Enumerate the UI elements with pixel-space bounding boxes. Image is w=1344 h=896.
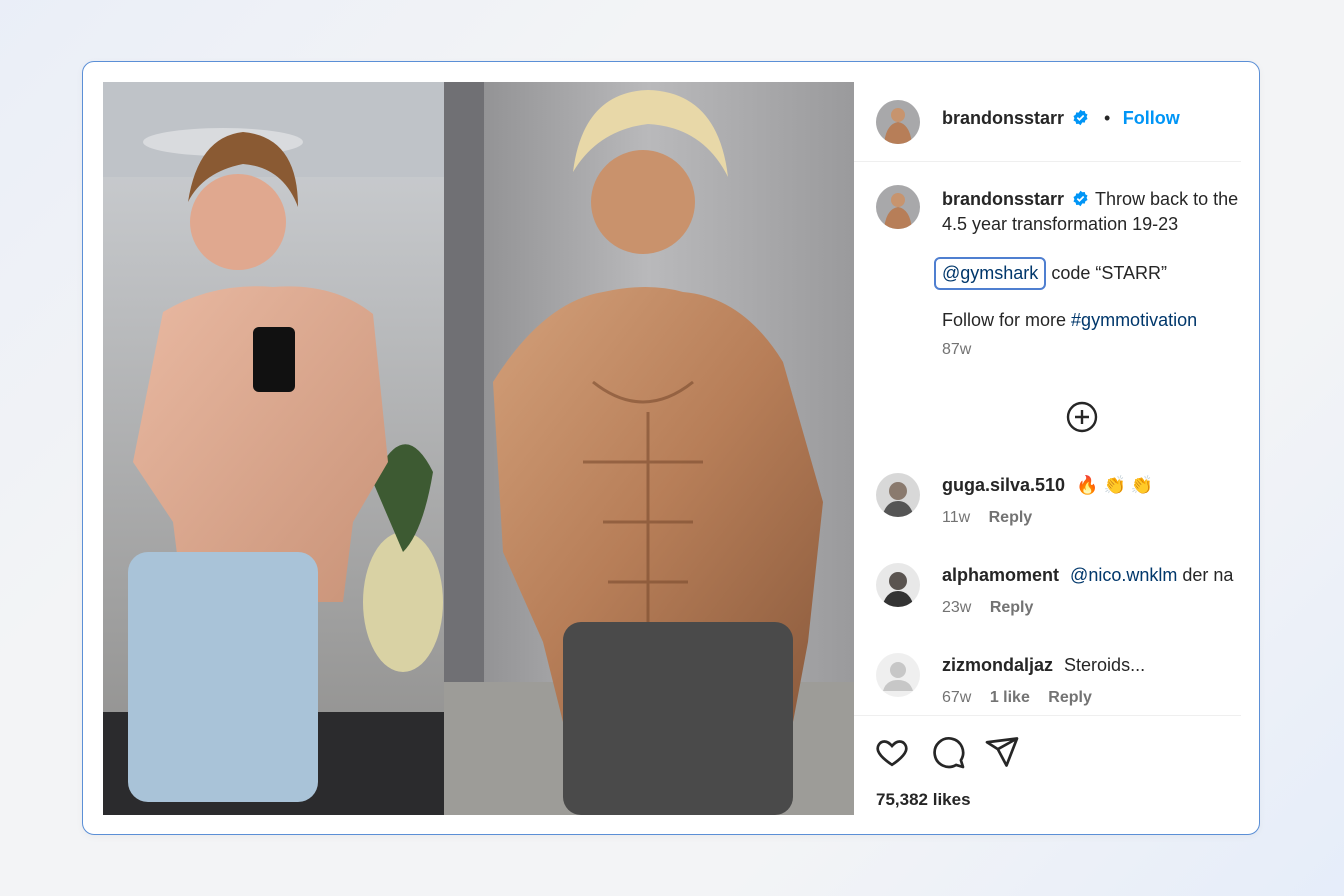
- comment-like-count[interactable]: 1 like: [990, 689, 1030, 706]
- comment-item: alphamoment @nico.wnklm der na 23w Reply: [854, 563, 1241, 643]
- commenter-username[interactable]: guga.silva.510: [942, 475, 1065, 495]
- verified-badge-icon: [1073, 190, 1088, 207]
- reply-button[interactable]: Reply: [1048, 689, 1092, 706]
- reply-button[interactable]: Reply: [990, 599, 1034, 616]
- comment-text: 🔥 👏 👏: [1076, 475, 1154, 495]
- comment-item: guga.silva.510 🔥 👏 👏 11w Reply: [854, 473, 1241, 553]
- comment-text: der na: [1182, 565, 1234, 585]
- separator-dot: •: [1103, 108, 1111, 128]
- comment-age: 23w: [942, 599, 972, 616]
- post-caption: brandonsstarr Throw back to the 4.5 year …: [934, 187, 1241, 362]
- commenter-username[interactable]: alphamoment: [942, 565, 1059, 585]
- commenter-username[interactable]: zizmondaljaz: [942, 655, 1053, 675]
- mention-link[interactable]: @gymshark: [934, 257, 1047, 290]
- like-count[interactable]: 75,382 likes: [876, 790, 971, 810]
- comment-icon[interactable]: [930, 734, 966, 770]
- heart-icon[interactable]: [874, 734, 910, 770]
- post-actions: 75,382 likes: [854, 716, 1241, 815]
- plus-circle-icon[interactable]: [1066, 401, 1098, 433]
- post-card: brandonsstarr • Follow brandonsstarr Thro…: [82, 61, 1260, 835]
- comment-text: Steroids...: [1064, 655, 1146, 675]
- comment-item: zizmondaljaz Steroids... 67w 1 like Repl…: [854, 653, 1241, 715]
- transformation-photo: [103, 82, 854, 815]
- commenter-avatar[interactable]: [876, 653, 920, 697]
- author-avatar[interactable]: [876, 100, 920, 144]
- caption-username[interactable]: brandonsstarr: [942, 189, 1064, 209]
- author-username[interactable]: brandonsstarr: [942, 108, 1064, 128]
- comments-scroll[interactable]: brandonsstarr Throw back to the 4.5 year …: [854, 163, 1241, 716]
- code-text: code “STARR”: [1051, 263, 1168, 283]
- follow-button[interactable]: Follow: [1123, 108, 1180, 128]
- caption-avatar[interactable]: [876, 185, 920, 229]
- hashtag-link[interactable]: #gymmotivation: [1071, 310, 1197, 330]
- header-line: brandonsstarr • Follow: [942, 108, 1180, 129]
- reply-button[interactable]: Reply: [989, 509, 1033, 526]
- send-icon[interactable]: [984, 734, 1020, 770]
- caption-line-2: 4.5 year transformation 19-23: [942, 214, 1179, 234]
- commenter-avatar[interactable]: [876, 473, 920, 517]
- caption-age: 87w: [942, 341, 972, 358]
- follow-text: Follow for more: [942, 310, 1067, 330]
- post-header: brandonsstarr • Follow: [854, 82, 1241, 162]
- verified-badge-icon: [1073, 109, 1088, 126]
- comment-mention[interactable]: @nico.wnklm: [1070, 565, 1177, 585]
- comment-age: 11w: [942, 509, 971, 526]
- post-image[interactable]: [103, 82, 854, 815]
- post-details-panel: brandonsstarr • Follow brandonsstarr Thro…: [854, 82, 1241, 815]
- comment-age: 67w: [942, 689, 972, 706]
- commenter-avatar[interactable]: [876, 563, 920, 607]
- caption-line-1: Throw back to the: [1095, 189, 1239, 209]
